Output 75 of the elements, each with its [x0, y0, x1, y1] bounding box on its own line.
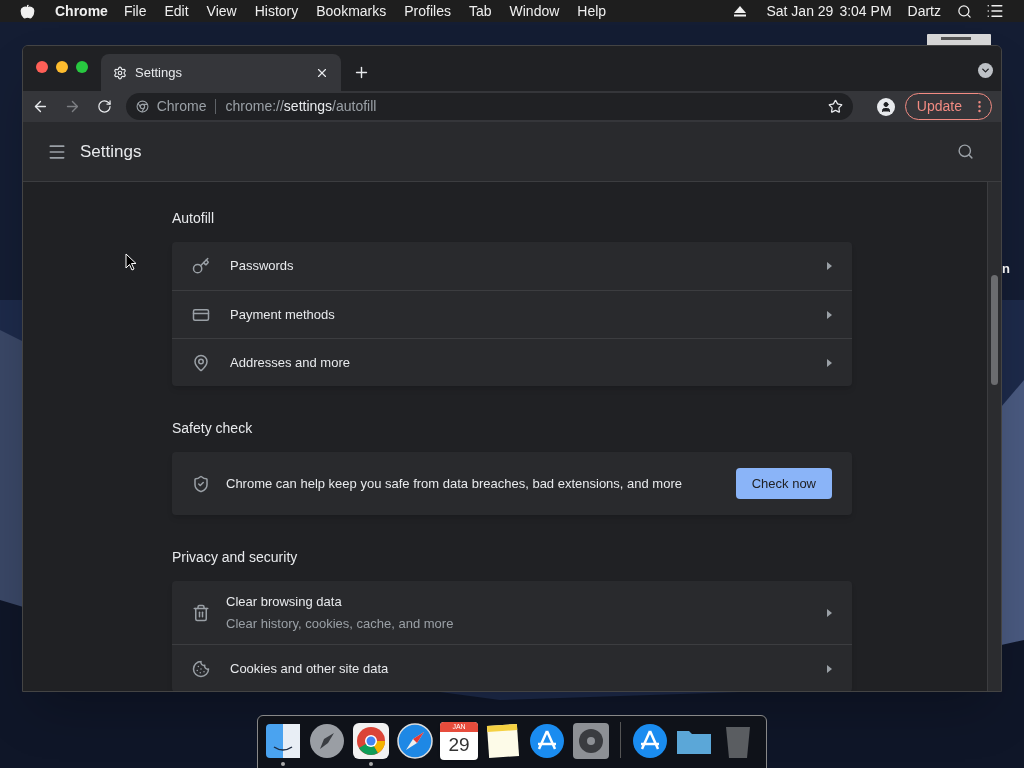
- section-heading: Autofill: [172, 210, 216, 226]
- finder-icon[interactable]: [264, 722, 302, 760]
- menu-time[interactable]: 3:04 PM: [839, 0, 892, 22]
- browser-tab[interactable]: Settings: [101, 54, 341, 91]
- calendar-day: 29: [448, 732, 470, 758]
- settings-row[interactable]: Chrome can help keep you safe from data breaches, bad extensions, and more Check now: [172, 452, 852, 515]
- running-indicator: [281, 762, 285, 766]
- app-menu[interactable]: Chrome: [55, 0, 108, 22]
- tab-title: Settings: [135, 63, 182, 82]
- list-icon[interactable]: [986, 2, 1004, 20]
- caret-icon: [827, 664, 832, 673]
- close-window-button[interactable]: [36, 61, 48, 73]
- search-icon[interactable]: [957, 3, 972, 19]
- pin-icon: [192, 353, 210, 372]
- menu-item[interactable]: Tab: [468, 0, 492, 22]
- star-icon[interactable]: [827, 99, 843, 114]
- menu-date[interactable]: Sat Jan 29: [766, 0, 834, 22]
- settings-title: Settings: [80, 140, 142, 163]
- compass-icon[interactable]: [396, 722, 434, 760]
- settings-icon: [113, 65, 127, 80]
- app-store-icon[interactable]: [528, 722, 566, 760]
- caret-icon: [827, 310, 832, 319]
- cursor-icon: [125, 253, 137, 271]
- caret-icon: [827, 608, 832, 617]
- menu-item[interactable]: Bookmarks: [316, 0, 387, 22]
- section-heading: Safety check: [172, 420, 254, 436]
- dock-item[interactable]: [264, 722, 302, 768]
- running-indicator: [369, 762, 373, 766]
- settings-row[interactable]: Clear browsing data Clear history, cookies, cache, and more: [172, 581, 852, 644]
- section-heading: Privacy and security: [172, 549, 299, 565]
- menu-item[interactable]: History: [254, 0, 299, 22]
- menu-item[interactable]: Edit: [164, 0, 189, 22]
- menu-user[interactable]: Dartz: [907, 0, 941, 22]
- address-bar[interactable]: Chrome chrome://settings/autofill: [125, 93, 853, 120]
- settings-row[interactable]: Payment methods: [172, 290, 852, 338]
- settings-row[interactable]: Passwords: [172, 242, 852, 290]
- key-icon: [192, 257, 210, 275]
- menu-item[interactable]: Help: [577, 0, 607, 22]
- caret-icon: [827, 358, 832, 367]
- new-tab-icon[interactable]: [353, 64, 370, 81]
- zoom-window-button[interactable]: [76, 61, 88, 73]
- shield-icon: [192, 474, 210, 493]
- cookie-icon: [192, 659, 210, 678]
- tab-search-icon[interactable]: [978, 63, 993, 78]
- minimize-window-button[interactable]: [56, 61, 68, 73]
- menu-item[interactable]: Profiles: [404, 0, 451, 22]
- row-label: Addresses and more: [230, 353, 350, 372]
- row-label: Cookies and other site data: [230, 659, 389, 678]
- eject-icon[interactable]: [734, 5, 747, 17]
- drive-icon[interactable]: [927, 34, 991, 46]
- row-sublabel: Clear history, cookies, cache, and more: [226, 615, 454, 633]
- caret-icon: [827, 262, 832, 270]
- site-label: Chrome: [156, 97, 207, 116]
- settings-row[interactable]: Addresses and more: [172, 338, 852, 386]
- settings-row[interactable]: Cookies and other site data: [172, 644, 852, 691]
- row-label: Chrome can help keep you safe from data breaches, bad extensions, and more: [226, 474, 682, 493]
- row-label: Clear browsing data: [226, 592, 343, 611]
- menu-item[interactable]: File: [123, 0, 147, 22]
- desktop-icon-label: n: [1002, 260, 1010, 278]
- reload-icon[interactable]: [96, 99, 112, 114]
- menu-item[interactable]: Window: [509, 0, 560, 22]
- apple-icon[interactable]: [20, 3, 35, 19]
- row-label: Payment methods: [230, 305, 335, 324]
- browser-logo-icon: [135, 100, 149, 113]
- check-now-button[interactable]: Check now: [735, 468, 832, 499]
- trash-icon: [192, 603, 210, 622]
- browser-icon[interactable]: [352, 722, 390, 760]
- app-store-icon[interactable]: [631, 722, 669, 760]
- back-icon[interactable]: [32, 98, 49, 115]
- url-text: chrome://settings/autofill: [225, 97, 377, 116]
- row-label: Passwords: [230, 257, 294, 276]
- menu-item[interactable]: View: [206, 0, 237, 22]
- profile-icon[interactable]: [876, 97, 895, 116]
- scrollbar-thumb[interactable]: [991, 275, 998, 385]
- dock-item[interactable]: [352, 722, 390, 768]
